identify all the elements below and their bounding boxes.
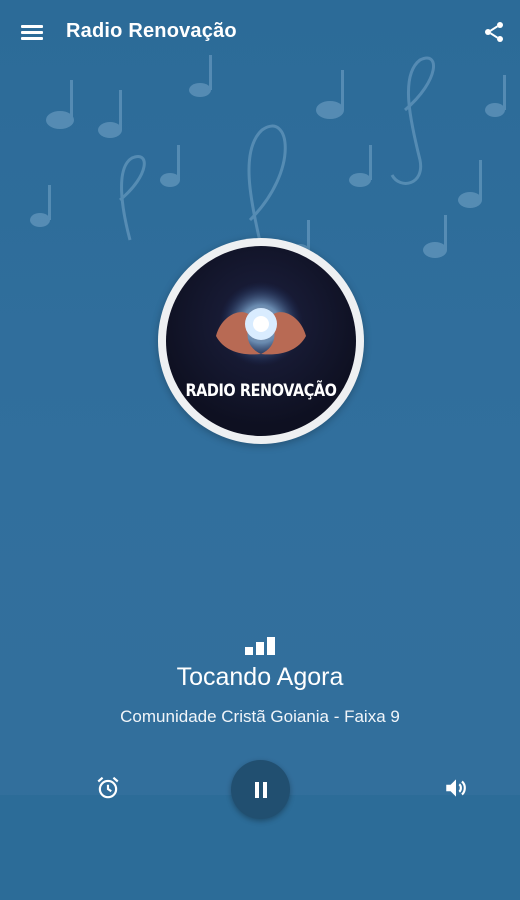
station-logo-text: RADIO RENOVAÇÃO xyxy=(185,381,337,401)
track-title: Comunidade Cristã Goiania - Faixa 9 xyxy=(120,707,400,726)
volume-button[interactable] xyxy=(440,772,472,804)
app-title: Radio Renovação xyxy=(66,20,237,42)
alarm-button[interactable] xyxy=(92,772,124,804)
station-logo: RADIO RENOVAÇÃO xyxy=(166,246,356,436)
volume-icon xyxy=(446,779,466,797)
pause-icon xyxy=(254,781,267,798)
signal-bars-icon xyxy=(245,637,275,655)
alarm-clock-icon xyxy=(97,776,119,799)
share-icon xyxy=(485,22,503,42)
menu-button[interactable] xyxy=(0,0,64,64)
share-button[interactable] xyxy=(474,12,514,52)
hands-globe-icon xyxy=(216,282,306,366)
now-playing-label: Tocando Agora xyxy=(176,663,344,691)
pause-button[interactable] xyxy=(231,760,290,819)
app-toolbar: Radio Renovação xyxy=(0,0,520,64)
station-logo-frame: RADIO RENOVAÇÃO xyxy=(158,238,364,444)
menu-icon xyxy=(21,22,43,43)
player-controls xyxy=(0,760,520,820)
